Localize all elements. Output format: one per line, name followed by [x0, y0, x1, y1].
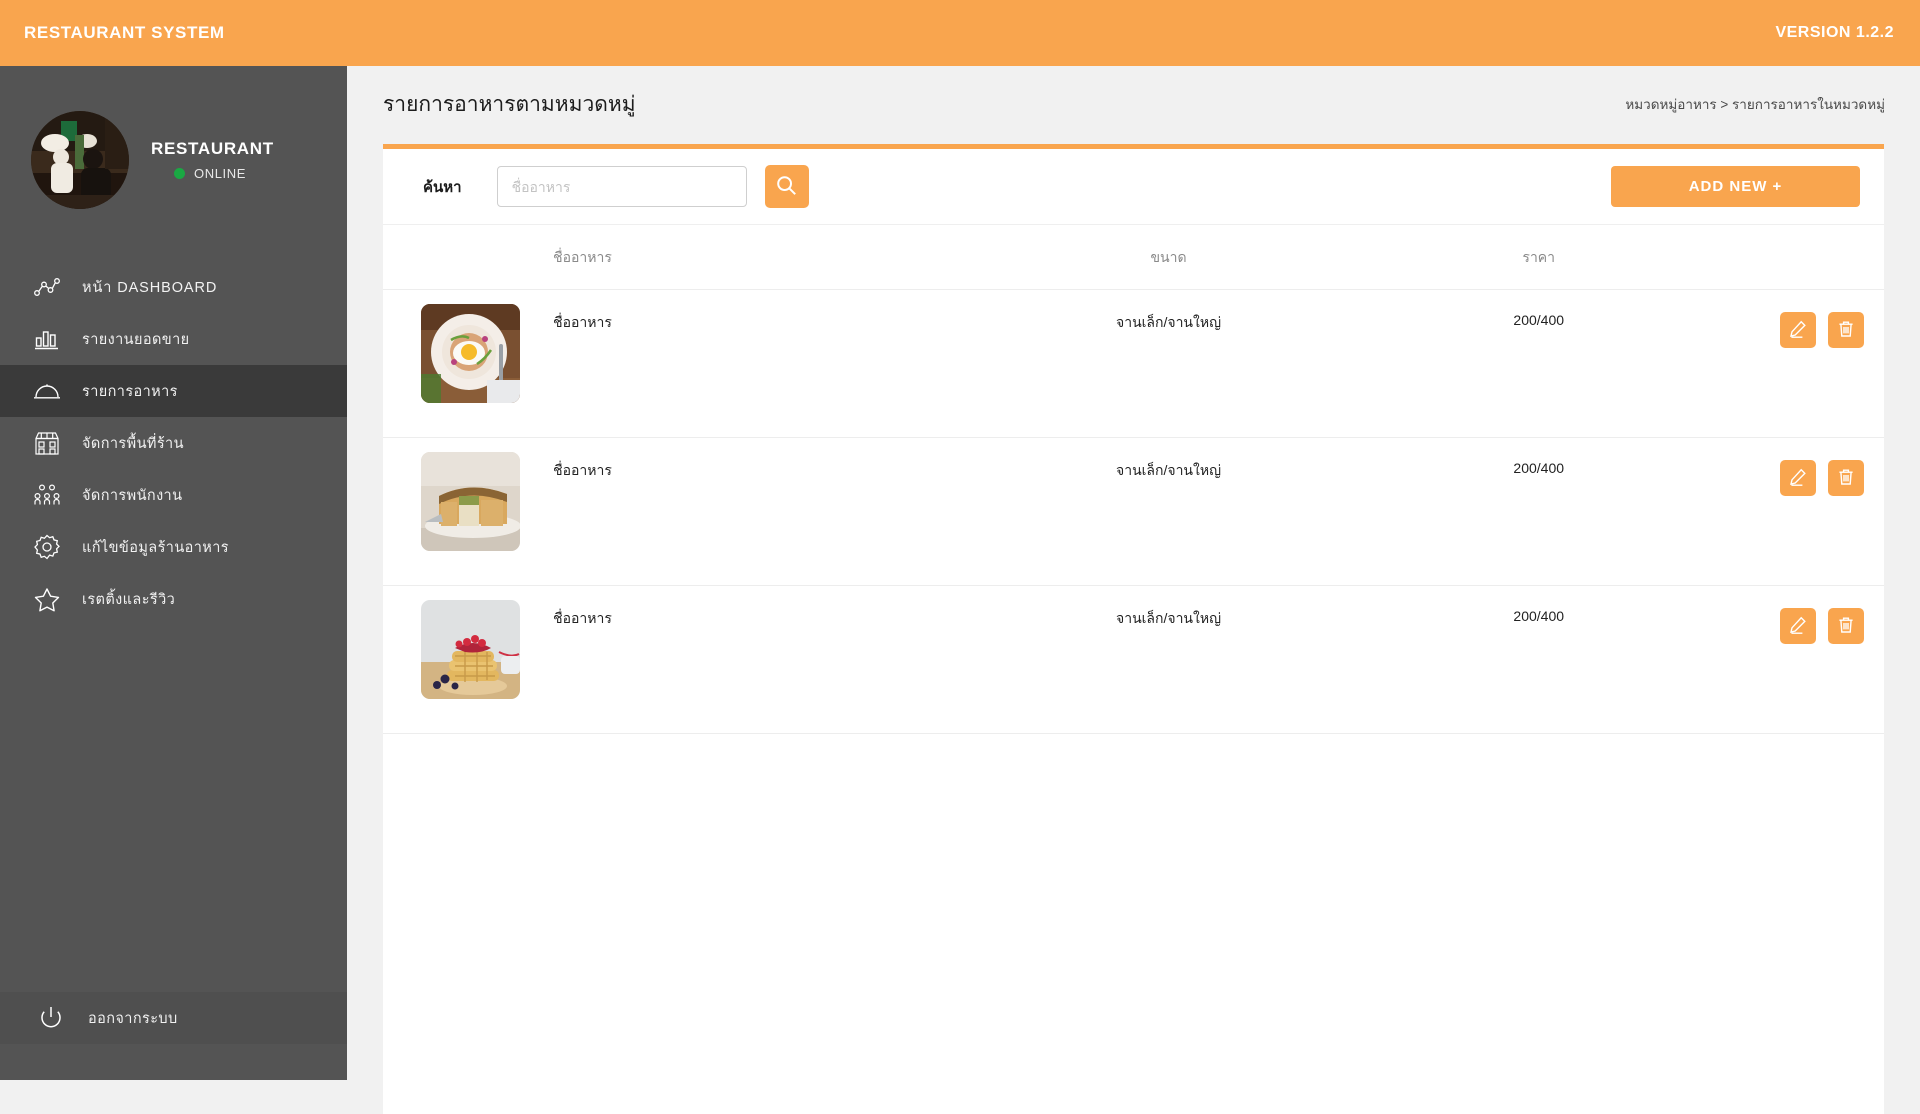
edit-button[interactable] [1780, 608, 1817, 644]
pencil-icon [1789, 616, 1807, 637]
sidebar-item-label: จัดการพื้นที่ร้าน [82, 435, 184, 452]
cell-size: จานเล็ก/จานใหญ่ [973, 289, 1364, 438]
cell-price: 200/400 [1363, 289, 1714, 438]
food-items-table: ชื่ออาหาร ขนาด ราคา ชื่ออาหาร จานเล็ก/จา… [383, 225, 1884, 734]
sidebar-item-restaurant-settings[interactable]: แก้ไขข้อมูลร้านอาหาร [0, 521, 347, 573]
cell-size: จานเล็ก/จานใหญ่ [973, 437, 1364, 586]
sidebar-item-rating-review[interactable]: เรตติ้งและรีวิว [0, 573, 347, 625]
status-badge: ONLINE [151, 166, 274, 181]
column-header-name: ชื่ออาหาร [553, 225, 974, 290]
sidebar-item-staff[interactable]: จัดการพนักงาน [0, 469, 347, 521]
table-row: ชื่ออาหาร จานเล็ก/จานใหญ่ 200/400 [383, 289, 1884, 438]
cell-image [383, 289, 554, 438]
trash-icon [1837, 616, 1855, 637]
logout-label: ออกจากระบบ [88, 1010, 178, 1027]
sidebar-item-label: เรตติ้งและรีวิว [82, 591, 176, 608]
waffle-berries-photo [421, 600, 520, 699]
cell-actions [1713, 585, 1884, 734]
storefront-icon [30, 426, 64, 460]
network-nodes-icon [30, 270, 64, 304]
search-group: ค้นหา [423, 165, 809, 208]
gear-icon [30, 530, 64, 564]
logout-button[interactable]: ออกจากระบบ [0, 992, 347, 1044]
star-icon [30, 582, 64, 616]
column-header-price: ราคา [1363, 225, 1714, 290]
sidebar-item-label: หน้า DASHBOARD [82, 279, 218, 296]
cell-food-name: ชื่ออาหาร [553, 585, 974, 734]
edit-button[interactable] [1780, 312, 1817, 348]
status-label: ONLINE [194, 165, 247, 181]
delete-button[interactable] [1828, 460, 1864, 496]
column-header-image [383, 225, 554, 290]
sidebar-item-label: แก้ไขข้อมูลร้านอาหาร [82, 539, 229, 556]
quiche-pie-photo [421, 452, 520, 551]
content-card: ค้นหา ADD NEW + ชื่ออาหาร ขนาด [383, 144, 1884, 1114]
table-head: ชื่ออาหาร ขนาด ราคา [383, 225, 1884, 290]
page-header: รายการอาหารตามหมวดหมู่ หมวดหมู่อาหาร > ร… [347, 66, 1920, 142]
search-icon [776, 175, 797, 199]
power-icon [34, 1001, 68, 1035]
delete-button[interactable] [1828, 312, 1864, 348]
top-bar: RESTAURANT SYSTEM VERSION 1.2.2 [0, 0, 1920, 66]
search-button[interactable] [764, 165, 809, 208]
sidebar-item-label: จัดการพนักงาน [82, 487, 183, 504]
profile-name: RESTAURANT [151, 138, 274, 158]
cell-price: 200/400 [1363, 585, 1714, 734]
cell-image [383, 585, 554, 734]
sidebar-item-dashboard[interactable]: หน้า DASHBOARD [0, 261, 347, 313]
pencil-icon [1789, 320, 1807, 341]
profile-section: RESTAURANT ONLINE [0, 66, 347, 253]
online-dot-icon [174, 167, 185, 179]
sidebar-item-food-list[interactable]: รายการอาหาร [0, 365, 347, 417]
column-header-actions [1713, 225, 1884, 290]
table-header-row: ชื่ออาหาร ขนาด ราคา [383, 225, 1884, 290]
table-row: ชื่ออาหาร จานเล็ก/จานใหญ่ 200/400 [383, 585, 1884, 734]
people-group-icon [30, 478, 64, 512]
food-cloche-icon [30, 374, 64, 408]
sidebar-item-label: รายการอาหาร [82, 383, 178, 400]
search-label: ค้นหา [423, 178, 462, 196]
page-title: รายการอาหารตามหมวดหมู่ [383, 92, 636, 116]
search-input[interactable] [496, 166, 747, 207]
cell-price: 200/400 [1363, 437, 1714, 586]
column-header-size: ขนาด [973, 225, 1364, 290]
sidebar-menu: หน้า DASHBOARD รายงานยอดขาย รายการอาหาร … [0, 253, 347, 992]
breadcrumb: หมวดหมู่อาหาร > รายการอาหารในหมวดหมู่ [1625, 97, 1885, 112]
pencil-icon [1789, 468, 1807, 489]
edit-button[interactable] [1780, 460, 1817, 496]
bar-chart-icon [30, 322, 64, 356]
app-version: VERSION 1.2.2 [1775, 24, 1894, 41]
trash-icon [1837, 468, 1855, 489]
trash-icon [1837, 320, 1855, 341]
delete-button[interactable] [1828, 608, 1864, 644]
add-new-button[interactable]: ADD NEW + [1611, 166, 1860, 207]
app-title: RESTAURANT SYSTEM [24, 23, 225, 42]
toolbar: ค้นหา ADD NEW + [383, 149, 1884, 225]
cell-image [383, 437, 554, 586]
cell-actions [1713, 289, 1884, 438]
main-content: รายการอาหารตามหมวดหมู่ หมวดหมู่อาหาร > ร… [347, 66, 1920, 1114]
fried-egg-plate-photo [421, 304, 520, 403]
sidebar-item-sales-report[interactable]: รายงานยอดขาย [0, 313, 347, 365]
table-row: ชื่ออาหาร จานเล็ก/จานใหญ่ 200/400 [383, 437, 1884, 586]
cell-actions [1713, 437, 1884, 586]
cell-food-name: ชื่ออาหาร [553, 289, 974, 438]
table-body: ชื่ออาหาร จานเล็ก/จานใหญ่ 200/400 ชื่ออา… [383, 289, 1884, 734]
sidebar: RESTAURANT ONLINE หน้า DASHBOARD รายงานย… [0, 66, 347, 1080]
cell-size: จานเล็ก/จานใหญ่ [973, 585, 1364, 734]
avatar [31, 110, 129, 209]
cell-food-name: ชื่ออาหาร [553, 437, 974, 586]
sidebar-item-label: รายงานยอดขาย [82, 331, 190, 348]
sidebar-item-store-area[interactable]: จัดการพื้นที่ร้าน [0, 417, 347, 469]
